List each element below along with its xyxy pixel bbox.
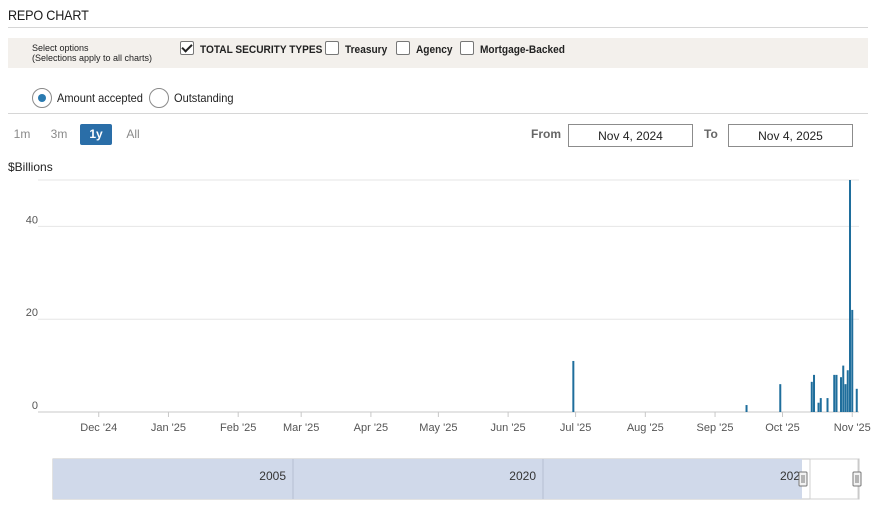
page-title: REPO CHART: [8, 7, 89, 23]
navigator-handle-left[interactable]: [798, 471, 808, 487]
repo-chart: $Billions 0 20 40 Dec '24 Jan '25 Feb '25 Mar '…: [8, 160, 871, 434]
chart-bar: [855, 388, 858, 412]
chart-bar: [846, 370, 849, 412]
navigator-selected-window[interactable]: [809, 458, 859, 500]
chart-bar: [851, 309, 854, 412]
range-button-1m[interactable]: 1m: [8, 124, 36, 145]
x-tick-label: Jun '25: [491, 422, 526, 434]
to-date-input[interactable]: [728, 124, 853, 147]
navigator-handle-right[interactable]: [852, 471, 862, 487]
navigator-year-label: 2020: [509, 469, 536, 483]
x-tick-label: Aug '25: [627, 422, 664, 434]
chart-bar: [745, 405, 748, 412]
title-divider: [8, 27, 868, 28]
radio-amount-accepted[interactable]: Amount accepted: [32, 88, 150, 108]
navigator-year-label: 202: [780, 469, 800, 483]
chart-bar: [833, 374, 836, 412]
select-options-hint-line2: (Selections apply to all charts): [32, 53, 153, 63]
chart-navigator[interactable]: 2005 2020 202: [0, 455, 876, 503]
x-tick-label: May '25: [419, 422, 457, 434]
checkbox-treasury-label: Treasury: [345, 44, 388, 56]
x-tick-label: Apr '25: [354, 422, 389, 434]
y-tick-label: 0: [32, 400, 38, 412]
chart-bar: [817, 402, 820, 412]
x-tick-label: Jul '25: [560, 422, 591, 434]
x-tick-label: Jan '25: [151, 422, 186, 434]
chart-bar: [819, 398, 822, 412]
x-tick-label: Dec '24: [80, 422, 117, 434]
x-tick-label: Nov '25: [834, 422, 871, 434]
chart-bar: [844, 384, 847, 412]
checkbox-treasury[interactable]: Treasury: [325, 41, 391, 57]
checkbox-mortgage-backed-label: Mortgage-Backed: [480, 44, 565, 56]
range-button-1y[interactable]: 1y: [80, 124, 112, 145]
select-options-hint-line1: Select options: [32, 43, 89, 53]
checkbox-agency-box[interactable]: [396, 41, 410, 55]
radio-amount-accepted-label: Amount accepted: [57, 91, 143, 105]
y-tick-label: 40: [26, 214, 38, 226]
chart-bar: [826, 398, 829, 412]
radio-amount-accepted-circle[interactable]: [32, 88, 52, 108]
y-axis-label: $Billions: [8, 160, 53, 174]
radio-outstanding-circle[interactable]: [149, 88, 169, 108]
radio-divider: [8, 113, 868, 114]
checkbox-agency-label: Agency: [416, 44, 453, 56]
from-date-label: From: [531, 127, 561, 141]
options-bar: Select options (Selections apply to all …: [8, 38, 868, 68]
range-button-3m[interactable]: 3m: [44, 124, 74, 145]
select-options-hint: Select options (Selections apply to all …: [32, 43, 152, 63]
checkbox-mortgage-backed-box[interactable]: [460, 41, 474, 55]
chart-bar: [849, 180, 852, 412]
x-tick-label: Mar '25: [283, 422, 319, 434]
chart-bar: [813, 374, 816, 412]
chart-bar: [835, 374, 838, 412]
x-tick-label: Sep '25: [697, 422, 734, 434]
chart-bar: [779, 384, 782, 412]
x-tick-label: Feb '25: [220, 422, 256, 434]
navigator-masked-range: [53, 459, 802, 499]
checkbox-treasury-box[interactable]: [325, 41, 339, 55]
chart-bar: [842, 365, 845, 412]
radio-outstanding[interactable]: Outstanding: [149, 88, 239, 108]
to-date-label: To: [704, 127, 718, 141]
from-date-input[interactable]: [568, 124, 693, 147]
navigator-year-label: 2005: [259, 469, 286, 483]
checkbox-mortgage-backed[interactable]: Mortgage-Backed: [460, 41, 572, 57]
radio-outstanding-label: Outstanding: [174, 91, 234, 105]
checkbox-total-security-types-label: TOTAL SECURITY TYPES: [200, 44, 323, 56]
chart-bar: [572, 360, 575, 412]
chart-bar: [840, 377, 843, 412]
checkbox-total-security-types-box[interactable]: [180, 41, 194, 55]
x-tick-label: Oct '25: [765, 422, 800, 434]
range-button-all[interactable]: All: [118, 124, 148, 145]
chart-bar: [810, 381, 813, 412]
y-tick-label: 20: [26, 307, 38, 319]
checkbox-agency[interactable]: Agency: [396, 41, 456, 57]
checkbox-total-security-types[interactable]: TOTAL SECURITY TYPES: [180, 41, 333, 57]
